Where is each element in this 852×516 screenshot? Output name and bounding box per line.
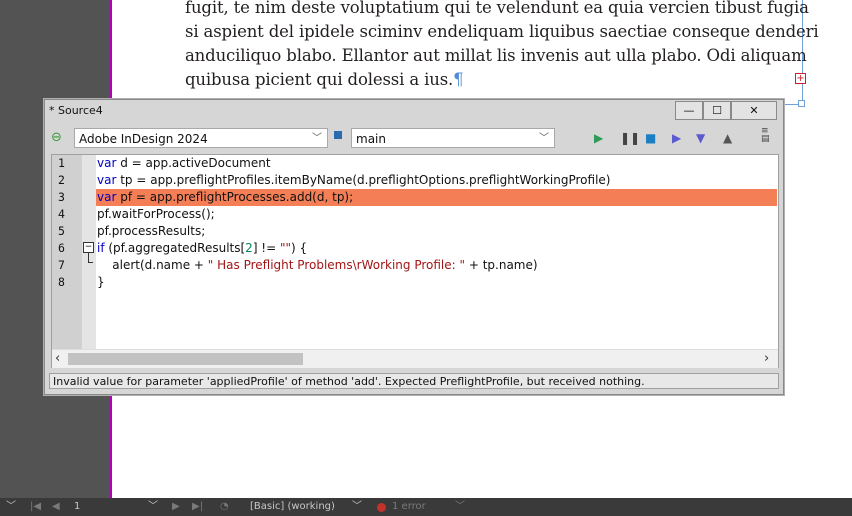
page-number-field[interactable]: 1 xyxy=(74,500,80,514)
pilcrow-icon: ¶ xyxy=(453,70,464,89)
line-number[interactable]: 8 xyxy=(58,275,78,289)
link-icon[interactable]: ⊖ xyxy=(51,131,62,144)
error-code-line[interactable]: var pf = app.preflightProcesses.add(d, t… xyxy=(96,189,777,206)
target-app-select[interactable]: Adobe InDesign 2024 ﹀ xyxy=(74,128,328,148)
step-out-icon[interactable]: ▲ xyxy=(723,132,732,144)
chevron-down-icon[interactable]: ﹀ xyxy=(6,500,16,514)
line-number[interactable]: 3 xyxy=(58,190,78,204)
chevron-down-icon: ﹀ xyxy=(312,133,322,144)
code-line[interactable]: } xyxy=(96,274,777,291)
titlebar[interactable]: * Source4 — ☐ ✕ xyxy=(45,100,783,122)
stop-icon[interactable]: ■ xyxy=(645,132,656,144)
overset-text-icon[interactable]: + xyxy=(795,73,806,84)
errors-chevron-icon[interactable]: ﹀ xyxy=(455,500,465,514)
chevron-down-icon: ﹀ xyxy=(539,133,549,144)
script-editor-panel: * Source4 — ☐ ✕ ⊖ Adobe InDesign 2024 ﹀ … xyxy=(44,99,784,395)
minimize-button[interactable]: — xyxy=(675,101,703,120)
error-status-icon xyxy=(377,503,386,512)
code-line[interactable]: alert(d.name + " Has Preflight Problems\… xyxy=(96,257,777,274)
code-editor[interactable]: 1 2 3 4 5 6 7 8 var d = app.activeDocument var t… xyxy=(51,154,779,368)
step-into-icon[interactable]: ▼ xyxy=(696,132,705,144)
step-over-icon[interactable]: ▶ xyxy=(672,132,681,144)
status-bar: ﹀ |◀ ◀ 1 ﹀ ▶ ▶| ◔ [Basic] (working) ﹀ 1 … xyxy=(0,498,852,516)
previous-page-icon[interactable]: ◀ xyxy=(52,500,60,514)
line-number[interactable]: 6 xyxy=(58,241,78,255)
line-number[interactable]: 2 xyxy=(58,173,78,187)
scroll-right-icon[interactable]: › xyxy=(764,351,769,366)
engine-value: main xyxy=(356,132,386,146)
maximize-button[interactable]: ☐ xyxy=(703,101,731,120)
first-page-icon[interactable]: |◀ xyxy=(30,500,41,514)
text-line: quibusa picient qui dolessi a ius.¶ xyxy=(185,70,464,89)
line-number[interactable]: 4 xyxy=(58,207,78,221)
fold-end xyxy=(88,262,93,263)
open-document-icon[interactable]: ◔ xyxy=(220,500,229,514)
engine-select[interactable]: main ﹀ xyxy=(351,128,555,148)
body-text[interactable]: fugit, te nim deste voluptatium qui te v… xyxy=(185,0,819,92)
preflight-profile[interactable]: [Basic] (working) xyxy=(250,500,335,514)
profile-chevron-icon[interactable]: ﹀ xyxy=(352,500,362,514)
line-number[interactable]: 5 xyxy=(58,224,78,238)
error-message: Invalid value for parameter 'appliedProf… xyxy=(49,373,779,389)
panel-menu-icon[interactable]: ≡ ▤ xyxy=(761,127,770,144)
code-line[interactable]: var d = app.activeDocument xyxy=(96,155,777,172)
scrollbar-thumb[interactable] xyxy=(68,353,303,365)
pause-icon[interactable]: ❚❚ xyxy=(620,132,640,144)
line-number[interactable]: 7 xyxy=(58,258,78,272)
code-line[interactable]: pf.processResults; xyxy=(96,223,777,240)
engine-icon xyxy=(334,131,342,139)
close-button[interactable]: ✕ xyxy=(731,101,777,120)
scroll-left-icon[interactable]: ‹ xyxy=(55,351,60,366)
error-count[interactable]: 1 error xyxy=(392,500,426,514)
text-line: anduciliquo blabo. Ellantor aut millat l… xyxy=(185,46,807,65)
toolbar: ⊖ Adobe InDesign 2024 ﹀ main ﹀ ▶ ❚❚ ■ ▶ … xyxy=(45,124,783,152)
panel-title: * Source4 xyxy=(49,104,103,117)
page-menu-chevron-icon[interactable]: ﹀ xyxy=(148,500,158,514)
code-line[interactable]: if (pf.aggregatedResults[2] != "") { xyxy=(96,240,777,257)
next-page-icon[interactable]: ▶ xyxy=(172,500,180,514)
code-line[interactable]: var tp = app.preflightProfiles.itemByNam… xyxy=(96,172,777,189)
target-app-value: Adobe InDesign 2024 xyxy=(79,132,208,146)
last-page-icon[interactable]: ▶| xyxy=(192,500,203,514)
text-line: si aspient del ipidele sciminv endeliqua… xyxy=(185,22,819,41)
frame-handle[interactable] xyxy=(798,100,805,107)
text-line: fugit, te nim deste voluptatium qui te v… xyxy=(185,0,809,17)
fold-toggle-icon[interactable]: − xyxy=(83,242,94,253)
horizontal-scrollbar[interactable]: ‹ › xyxy=(52,349,778,368)
code-line[interactable]: pf.waitForProcess(); xyxy=(96,206,777,223)
line-number[interactable]: 1 xyxy=(58,156,78,170)
run-icon[interactable]: ▶ xyxy=(594,132,603,144)
